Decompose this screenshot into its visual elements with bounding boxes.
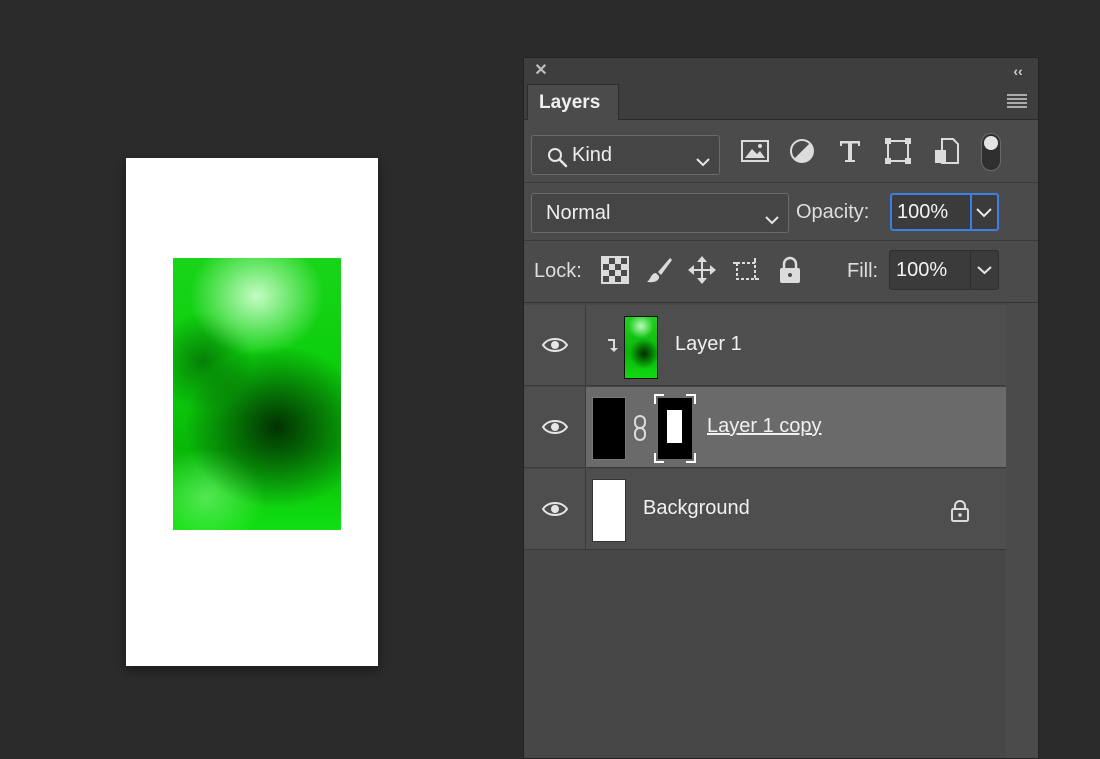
opacity-dropdown-button[interactable] [971, 193, 999, 231]
layers-panel: ✕ ‹‹ Layers Kind Normal Opacity: 100% Lo… [523, 57, 1039, 759]
lock-position-icon[interactable] [687, 255, 717, 285]
panel-tabbar: Layers [524, 84, 1038, 120]
filter-row: Kind [524, 120, 1038, 183]
layer-mask-thumbnail[interactable] [654, 394, 696, 463]
layer-row-background[interactable]: Background [524, 469, 1006, 550]
eye-icon[interactable] [541, 336, 569, 354]
chevron-down-icon [764, 208, 780, 225]
opacity-input[interactable]: 100% [890, 193, 972, 231]
lock-artboard-icon[interactable] [731, 255, 761, 285]
type-filter-icon[interactable] [834, 135, 866, 167]
opacity-value: 100% [897, 200, 949, 223]
smart-object-filter-icon[interactable] [930, 135, 962, 167]
blend-mode-dropdown[interactable]: Normal [531, 193, 789, 233]
lock-image-pixels-icon[interactable] [644, 255, 674, 285]
visibility-cell [524, 469, 586, 549]
lock-label: Lock: [534, 260, 582, 282]
layers-list: Layer 1 Layer 1 copy Background [524, 303, 1006, 758]
lock-row: Lock: Fill: 100% [524, 241, 1038, 303]
layer-name[interactable]: Layer 1 [675, 333, 742, 356]
layers-scrollbar[interactable] [1006, 303, 1038, 758]
layer-row-layer-1[interactable]: Layer 1 [524, 305, 1006, 386]
chevron-down-icon [977, 266, 992, 275]
chevron-down-icon [695, 150, 711, 167]
layer-name[interactable]: Background [643, 497, 750, 520]
toggle-knob [984, 136, 998, 150]
visibility-cell [524, 387, 586, 467]
lock-transparent-pixels-icon[interactable] [600, 255, 630, 285]
blend-mode-value: Normal [546, 201, 611, 224]
kind-filter-dropdown[interactable]: Kind [531, 135, 720, 175]
panel-title-strip [524, 58, 1038, 84]
layer-name[interactable]: Layer 1 copy [707, 415, 822, 438]
green-cloud-clipped-layer [173, 258, 341, 530]
image-filter-icon[interactable] [739, 135, 771, 167]
blend-row: Normal Opacity: 100% [524, 183, 1038, 241]
layer-thumbnail [592, 397, 626, 460]
layer-row-layer-1-copy[interactable]: Layer 1 copy [524, 387, 1006, 468]
eye-icon[interactable] [541, 418, 569, 436]
filter-toggle-switch[interactable] [981, 133, 1001, 171]
tab-layers-label: Layers [539, 91, 601, 113]
close-icon[interactable]: ✕ [534, 63, 548, 79]
clipping-mask-arrow-icon [608, 339, 618, 352]
visibility-cell [524, 305, 586, 385]
double-chevron-left-icon[interactable]: ‹‹ [1008, 63, 1028, 79]
layer-thumbnail [624, 316, 658, 379]
adjustment-filter-icon[interactable] [786, 135, 818, 167]
lock-all-icon[interactable] [775, 255, 805, 285]
chain-link-icon[interactable] [632, 414, 648, 442]
tab-layers[interactable]: Layers [527, 84, 619, 120]
layer-lock-icon[interactable] [949, 499, 971, 523]
fill-dropdown-button[interactable] [970, 250, 999, 290]
eye-icon[interactable] [541, 500, 569, 518]
search-icon [546, 146, 568, 168]
fill-value: 100% [896, 258, 948, 281]
layer-thumbnail [592, 479, 626, 542]
fill-input[interactable]: 100% [889, 250, 971, 290]
panel-menu-icon[interactable] [1006, 92, 1028, 110]
shape-filter-icon[interactable] [882, 135, 914, 167]
fill-label: Fill: [847, 260, 879, 282]
kind-filter-label: Kind [572, 143, 613, 166]
opacity-label: Opacity: [796, 201, 870, 223]
chevron-down-icon [976, 208, 992, 218]
document-canvas[interactable] [126, 158, 378, 666]
